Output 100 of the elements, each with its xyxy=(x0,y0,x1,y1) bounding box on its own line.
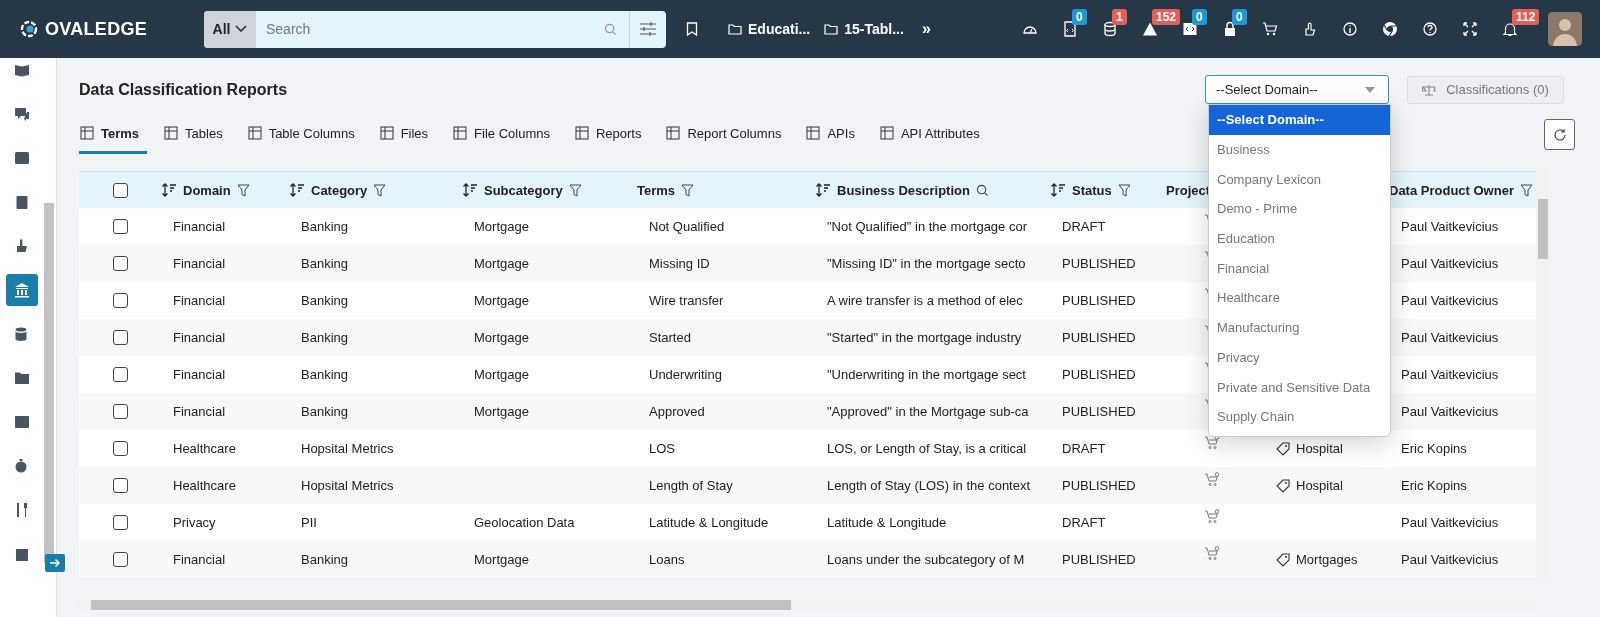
tab[interactable]: API Attributes xyxy=(878,115,988,154)
search-field[interactable]: All Search xyxy=(204,10,666,48)
warning-icon[interactable] xyxy=(1142,21,1158,37)
breadcrumb-link[interactable]: Educati... xyxy=(748,21,811,37)
subcategory-cell: Mortgage xyxy=(474,367,529,382)
tab[interactable]: Report Columns xyxy=(665,115,790,154)
vertical-scrollbar[interactable] xyxy=(1536,171,1550,579)
info-icon[interactable] xyxy=(1342,21,1358,37)
sort-icon[interactable] xyxy=(815,183,831,197)
dropdown-option[interactable]: Demo - Prime xyxy=(1209,194,1390,224)
help-icon[interactable] xyxy=(1422,21,1438,37)
domain-select[interactable]: --Select Domain-- xyxy=(1205,75,1389,104)
tag-icon xyxy=(1276,441,1290,456)
breadcrumb-link[interactable]: 15-Tabl... xyxy=(844,21,904,37)
sidebar-scrollbar[interactable] xyxy=(44,203,54,563)
dropdown-option[interactable]: Business xyxy=(1209,134,1390,165)
tag-cell[interactable]: Hospital xyxy=(1296,441,1343,456)
sort-icon[interactable] xyxy=(161,183,177,197)
filter-icon[interactable] xyxy=(1117,183,1131,197)
tag-icon xyxy=(1276,478,1290,493)
domain-cell: Healthcare xyxy=(173,478,236,493)
row-checkbox[interactable] xyxy=(112,256,128,271)
add-to-cart-icon[interactable] xyxy=(1204,508,1220,525)
folder-icon xyxy=(824,23,839,35)
book-icon xyxy=(14,62,30,78)
tab[interactable]: Table Columns xyxy=(246,115,363,154)
bell-icon[interactable] xyxy=(1502,21,1518,37)
category-cell: Banking xyxy=(301,330,348,345)
count-badge: 0 xyxy=(1232,9,1247,25)
scope-dropdown[interactable]: All xyxy=(204,10,256,48)
status-cell: PUBLISHED xyxy=(1062,367,1136,382)
row-checkbox[interactable] xyxy=(112,367,128,382)
tab[interactable]: Terms xyxy=(79,115,148,154)
row-checkbox[interactable] xyxy=(112,293,128,308)
cart-icon[interactable] xyxy=(1262,21,1278,37)
filter-icon[interactable] xyxy=(681,183,695,197)
scrollbar-thumb[interactable] xyxy=(1538,199,1548,259)
code-window-icon[interactable] xyxy=(1182,21,1198,37)
tab[interactable]: Files xyxy=(378,115,437,154)
filter-icon[interactable] xyxy=(568,183,582,197)
more-breadcrumbs[interactable]: » xyxy=(921,20,931,38)
scrollbar-thumb[interactable] xyxy=(91,600,791,610)
database-icon xyxy=(14,326,30,342)
expand-icon[interactable] xyxy=(1462,21,1478,37)
row-checkbox[interactable] xyxy=(112,515,128,530)
row-checkbox[interactable] xyxy=(112,219,128,234)
tab-icon xyxy=(665,125,682,141)
term-cell: Underwriting xyxy=(649,367,722,382)
select-all-checkbox[interactable] xyxy=(112,182,128,198)
domain-cell: Financial xyxy=(173,330,226,345)
avatar-icon[interactable] xyxy=(1548,12,1582,46)
sort-icon[interactable] xyxy=(289,183,305,197)
dropdown-option[interactable]: Company Lexicon xyxy=(1209,164,1390,195)
count-badge: 152 xyxy=(1152,9,1181,25)
bookmark-icon[interactable] xyxy=(686,22,698,36)
category-cell: Banking xyxy=(301,256,348,271)
code-file-icon[interactable] xyxy=(1062,21,1078,37)
sort-icon[interactable] xyxy=(462,183,478,197)
dropdown-option[interactable]: Private and Sensitive Data xyxy=(1209,372,1390,402)
term-cell: LOS xyxy=(649,441,675,456)
browser-icon[interactable] xyxy=(1382,21,1398,37)
hand-icon[interactable] xyxy=(1302,21,1318,37)
row-checkbox[interactable] xyxy=(112,330,128,345)
tab[interactable]: Tables xyxy=(163,115,231,154)
description-cell: Length of Stay (LOS) in the context xyxy=(827,478,1031,493)
database-icon[interactable] xyxy=(1102,21,1118,37)
logo-text: OVALEDGE xyxy=(45,18,148,40)
status-cell: PUBLISHED xyxy=(1062,552,1136,567)
tab-icon xyxy=(246,125,263,141)
tab[interactable]: File Columns xyxy=(452,115,558,154)
row-checkbox[interactable] xyxy=(112,478,128,493)
row-checkbox[interactable] xyxy=(112,441,128,456)
search-icon[interactable] xyxy=(975,183,989,197)
add-to-cart-icon[interactable] xyxy=(1204,545,1220,562)
column-header: Subcategory xyxy=(484,182,563,198)
domain-cell: Privacy xyxy=(173,515,216,530)
filter-icon[interactable] xyxy=(1519,183,1533,197)
tag-cell[interactable]: Hospital xyxy=(1296,478,1343,493)
add-to-cart-icon[interactable] xyxy=(1204,471,1220,488)
classifications-button[interactable]: Classifications (0) xyxy=(1407,75,1564,104)
expand-sidebar-button[interactable] xyxy=(45,554,65,572)
row-checkbox[interactable] xyxy=(112,404,128,419)
dropdown-option[interactable]: Education xyxy=(1209,223,1390,254)
filter-icon[interactable] xyxy=(373,183,387,197)
tab[interactable]: APIs xyxy=(805,115,863,154)
sort-icon[interactable] xyxy=(1050,183,1066,197)
owner-cell: Paul Vaitkevicius xyxy=(1401,552,1499,567)
domain-cell: Financial xyxy=(173,404,226,419)
horizontal-scrollbar[interactable] xyxy=(79,600,1536,610)
filter-icon[interactable] xyxy=(236,183,250,197)
refresh-button[interactable] xyxy=(1544,119,1575,150)
tag-cell[interactable]: Mortgages xyxy=(1296,552,1358,567)
dropdown-option[interactable]: --Select Domain-- xyxy=(1209,105,1390,135)
owner-cell: Paul Vaitkevicius xyxy=(1401,330,1499,345)
add-to-cart-icon[interactable] xyxy=(1204,434,1220,451)
tab[interactable]: Reports xyxy=(573,115,650,154)
description-cell: "Missing ID" in the mortgage secto xyxy=(827,256,1026,271)
status-cell: PUBLISHED xyxy=(1062,256,1136,271)
lock-icon[interactable] xyxy=(1222,21,1238,37)
row-checkbox[interactable] xyxy=(112,552,128,567)
